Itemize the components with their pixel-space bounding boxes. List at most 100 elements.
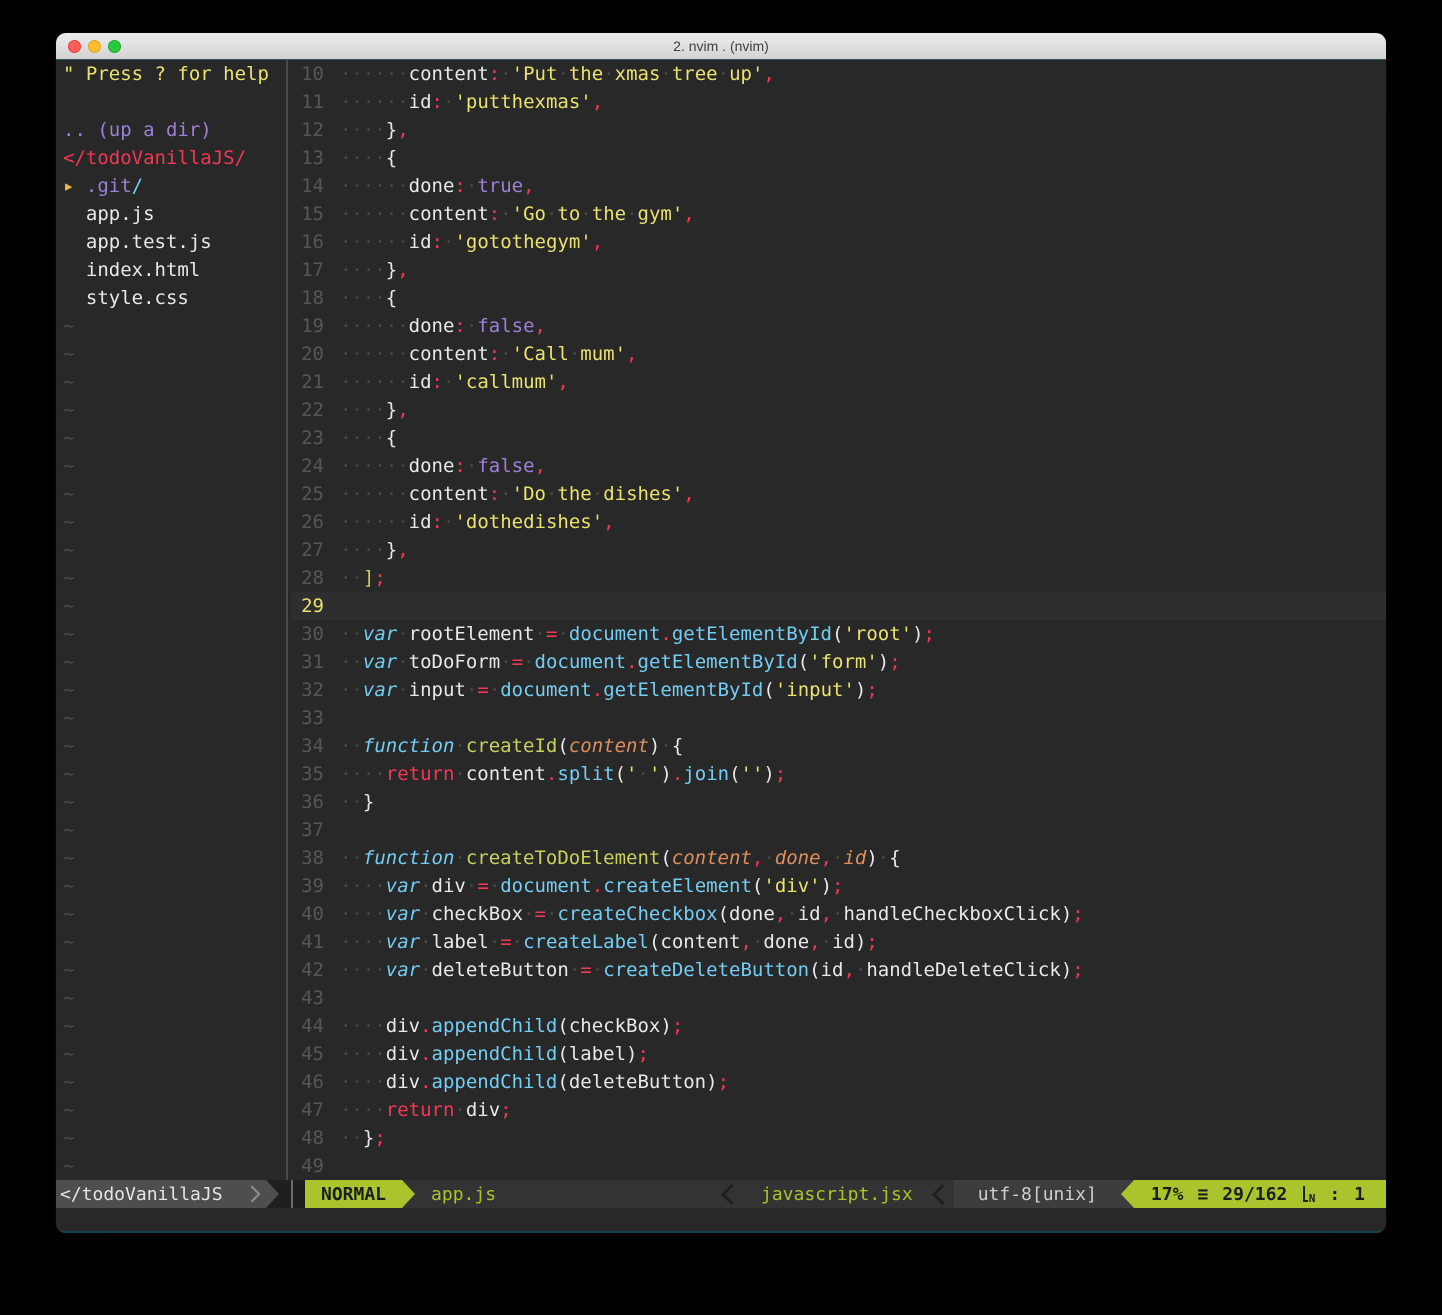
file-list-item[interactable]: index.html [63, 256, 283, 284]
code-line[interactable]: 19······done:·false, [290, 312, 1386, 340]
whitespace-dots: ···· [340, 959, 386, 981]
code-line[interactable]: 42····var·deleteButton·=·createDeleteBut… [290, 956, 1386, 984]
statusline-gap [279, 1180, 305, 1208]
tilde-marker: ~ [63, 1127, 74, 1149]
netrw-row [63, 88, 283, 116]
code-line[interactable]: 47····return·div; [290, 1096, 1386, 1124]
whitespace-dots: · [557, 623, 568, 645]
code-line[interactable]: 33 [290, 704, 1386, 732]
code-line[interactable]: 12····}, [290, 116, 1386, 144]
code-line[interactable]: 20······content:·'Call·mum', [290, 340, 1386, 368]
chevron-left-icon [932, 1183, 953, 1204]
whitespace-dots: ······ [340, 455, 409, 477]
code-token: , [592, 231, 603, 253]
code-line[interactable]: 29 [290, 592, 1386, 620]
code-line[interactable]: 44····div.appendChild(checkBox); [290, 1012, 1386, 1040]
code-token: ) [660, 763, 671, 785]
empty-line-tilde: ~ [63, 368, 283, 396]
whitespace-dots: ······ [340, 343, 409, 365]
code-token: ) [821, 875, 832, 897]
code-line[interactable]: 46····div.appendChild(deleteButton); [290, 1068, 1386, 1096]
code-line[interactable]: 23····{ [290, 424, 1386, 452]
code-line[interactable]: 48··}; [290, 1124, 1386, 1152]
netrw-row[interactable]: </todoVanillaJS/ [63, 144, 283, 172]
file-list-item[interactable]: app.js [63, 200, 283, 228]
code-token: ; [832, 875, 843, 897]
code-line[interactable]: 10······content:·'Put·the·xmas·tree·up', [290, 60, 1386, 88]
code-token: . [546, 763, 557, 785]
line-number: 27 [290, 536, 324, 564]
code-token: 'callmum' [454, 371, 557, 393]
code-token: ( [649, 931, 660, 953]
code-line[interactable]: 11······id:·'putthexmas', [290, 88, 1386, 116]
code-line[interactable]: 25······content:·'Do·the·dishes', [290, 480, 1386, 508]
command-line[interactable] [56, 1208, 1386, 1233]
whitespace-dot: ······ [340, 175, 409, 197]
code-token: id [409, 231, 432, 253]
code-line[interactable]: 38··function·createToDoElement(content,·… [290, 844, 1386, 872]
code-line[interactable]: 30··var·rootElement·=·document.getElemen… [290, 620, 1386, 648]
file-list-item[interactable]: ▸ .git/ [63, 172, 283, 200]
code-token: var [386, 903, 420, 925]
code-token: , [809, 931, 820, 953]
tilde-marker: ~ [63, 623, 74, 645]
whitespace-dots: · [454, 735, 465, 757]
code-token: app.test.js [63, 231, 212, 253]
line-number: 41 [290, 928, 324, 956]
whitespace-dots: · [489, 931, 500, 953]
code-token: false [477, 455, 534, 477]
code-line[interactable]: 15······content:·'Go·to·the·gym', [290, 200, 1386, 228]
file-list-item[interactable]: style.css [63, 284, 283, 312]
code-line[interactable]: 45····div.appendChild(label); [290, 1040, 1386, 1068]
whitespace-dot: · [638, 763, 649, 785]
code-line[interactable]: 21······id:·'callmum', [290, 368, 1386, 396]
line-number: 40 [290, 900, 324, 928]
code-line[interactable]: 32··var·input·=·document.getElementById(… [290, 676, 1386, 704]
code-line[interactable]: 22····}, [290, 396, 1386, 424]
whitespace-dots: · [821, 931, 832, 953]
line-number: 42 [290, 956, 324, 984]
code-line[interactable]: 13····{ [290, 144, 1386, 172]
code-token: , [763, 63, 774, 85]
whitespace-dots: · [443, 91, 454, 113]
netrw-row[interactable]: .. (up a dir) [63, 116, 283, 144]
empty-line-tilde: ~ [63, 1068, 283, 1096]
whitespace-dots: · [454, 1099, 465, 1121]
whitespace-dots: ···· [340, 1043, 386, 1065]
file-list-item[interactable]: app.test.js [63, 228, 283, 256]
code-token: ; [638, 1043, 649, 1065]
whitespace-dot: · [557, 63, 568, 85]
whitespace-dot: · [500, 343, 511, 365]
code-line[interactable]: 14······done:·true, [290, 172, 1386, 200]
code-line[interactable]: 34··function·createId(content)·{ [290, 732, 1386, 760]
code-line[interactable]: 39····var·div·=·document.createElement('… [290, 872, 1386, 900]
code-token: { [672, 735, 683, 757]
code-token: : [432, 91, 443, 113]
code-line[interactable]: 43 [290, 984, 1386, 1012]
code-line[interactable]: 24······done:·false, [290, 452, 1386, 480]
code-token: : [454, 175, 465, 197]
code-line[interactable]: 27····}, [290, 536, 1386, 564]
line-number: 24 [290, 452, 324, 480]
code-token: ) [763, 763, 774, 785]
code-line[interactable]: 17····}, [290, 256, 1386, 284]
code-line[interactable]: 16······id:·'gotothegym', [290, 228, 1386, 256]
code-line[interactable]: 41····var·label·=·createLabel(content,·d… [290, 928, 1386, 956]
pane-separator[interactable] [283, 60, 290, 1180]
code-line[interactable]: 26······id:·'dothedishes', [290, 508, 1386, 536]
code-token: id [821, 959, 844, 981]
code-line[interactable]: 35····return·content.split('·').join('')… [290, 760, 1386, 788]
tilde-marker: ~ [63, 455, 74, 477]
code-line[interactable]: 31··var·toDoForm·=·document.getElementBy… [290, 648, 1386, 676]
empty-line-tilde: ~ [63, 788, 283, 816]
line-number: 43 [290, 984, 324, 1012]
code-line[interactable]: 37 [290, 816, 1386, 844]
code-line[interactable]: 40····var·checkBox·=·createCheckbox(done… [290, 900, 1386, 928]
code-line[interactable]: 49 [290, 1152, 1386, 1180]
code-token: appendChild [432, 1043, 558, 1065]
line-number: 31 [290, 648, 324, 676]
code-line[interactable]: 18····{ [290, 284, 1386, 312]
code-line[interactable]: 28··]; [290, 564, 1386, 592]
whitespace-dots: · [420, 875, 431, 897]
code-line[interactable]: 36··} [290, 788, 1386, 816]
